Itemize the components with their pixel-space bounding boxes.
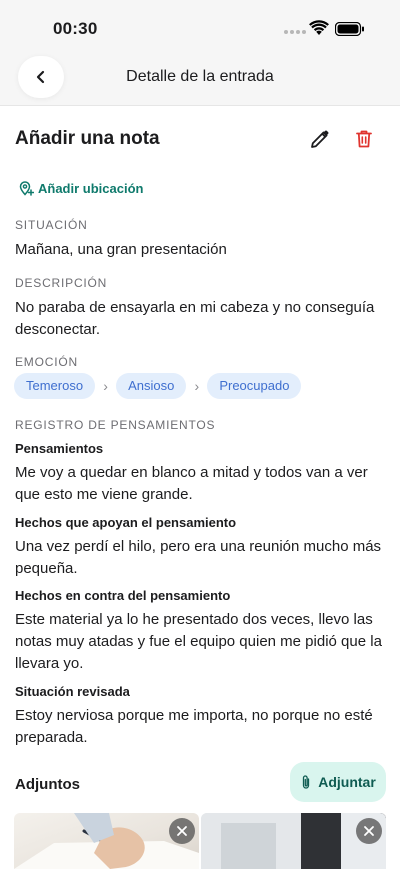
emotion-label: EMOCIÓN: [15, 355, 78, 369]
remove-attachment-button[interactable]: [356, 818, 382, 844]
contrary-facts-label: Hechos en contra del pensamiento: [15, 588, 231, 603]
thoughts-text: Me voy a quedar en blanco a mitad y todo…: [15, 464, 368, 503]
battery-icon: [335, 22, 364, 36]
page-title: Detalle de la entrada: [126, 68, 274, 85]
situation-text: Mañana, una gran presentación: [15, 241, 227, 258]
remove-attachment-button[interactable]: [169, 818, 195, 844]
status-bar: 00:30: [0, 0, 400, 56]
revised-situation-label: Situación revisada: [15, 684, 130, 699]
close-icon: [177, 826, 187, 836]
description-label: DESCRIPCIÓN: [15, 276, 108, 290]
attachment-image-writing: [14, 813, 199, 869]
add-location-link[interactable]: Añadir ubicación: [18, 180, 143, 196]
cellular-signal-icon: [284, 30, 306, 34]
emotion-chip[interactable]: Preocupado: [207, 373, 302, 399]
chevron-right-icon: ›: [103, 378, 108, 394]
revised-situation-text: Estoy nerviosa porque me importa, no por…: [15, 707, 373, 746]
attachment-thumbnail[interactable]: [201, 813, 386, 869]
pencil-icon: [311, 130, 329, 148]
contrary-facts-text: Este material ya lo he presentado dos ve…: [15, 611, 382, 672]
wifi-icon: [309, 20, 329, 35]
description-text: No paraba de ensayarla en mi cabeza y no…: [15, 299, 375, 338]
emotion-chip[interactable]: Ansioso: [116, 373, 187, 399]
status-time: 00:30: [53, 19, 98, 38]
emotion-chip[interactable]: Temeroso: [14, 373, 96, 399]
attach-button-label: Adjuntar: [318, 774, 376, 790]
thoughts-label: Pensamientos: [15, 441, 104, 456]
attachment-thumbnail[interactable]: [14, 813, 199, 869]
situation-label: SITUACIÓN: [15, 218, 88, 232]
delete-button[interactable]: [352, 127, 376, 151]
attachment-image-office: [201, 813, 386, 869]
add-location-label: Añadir ubicación: [38, 180, 144, 196]
attachments-title: Adjuntos: [15, 776, 80, 793]
edit-button[interactable]: [308, 127, 332, 151]
close-icon: [364, 826, 374, 836]
navigation-bar: Detalle de la entrada: [0, 56, 400, 106]
emotion-chips: Temeroso › Ansioso › Preocupado: [14, 373, 302, 399]
chevron-right-icon: ›: [194, 378, 200, 394]
attach-button[interactable]: Adjuntar: [290, 762, 386, 802]
trash-icon: [356, 130, 372, 148]
paperclip-icon: [303, 775, 310, 789]
location-pin-icon: [19, 181, 34, 196]
supporting-facts-text: Una vez perdí el hilo, pero era una reun…: [15, 538, 382, 577]
supporting-facts-label: Hechos que apoyan el pensamiento: [15, 515, 237, 530]
thought-record-label: REGISTRO DE PENSAMIENTOS: [15, 418, 216, 432]
entry-title: Añadir una nota: [15, 128, 160, 149]
